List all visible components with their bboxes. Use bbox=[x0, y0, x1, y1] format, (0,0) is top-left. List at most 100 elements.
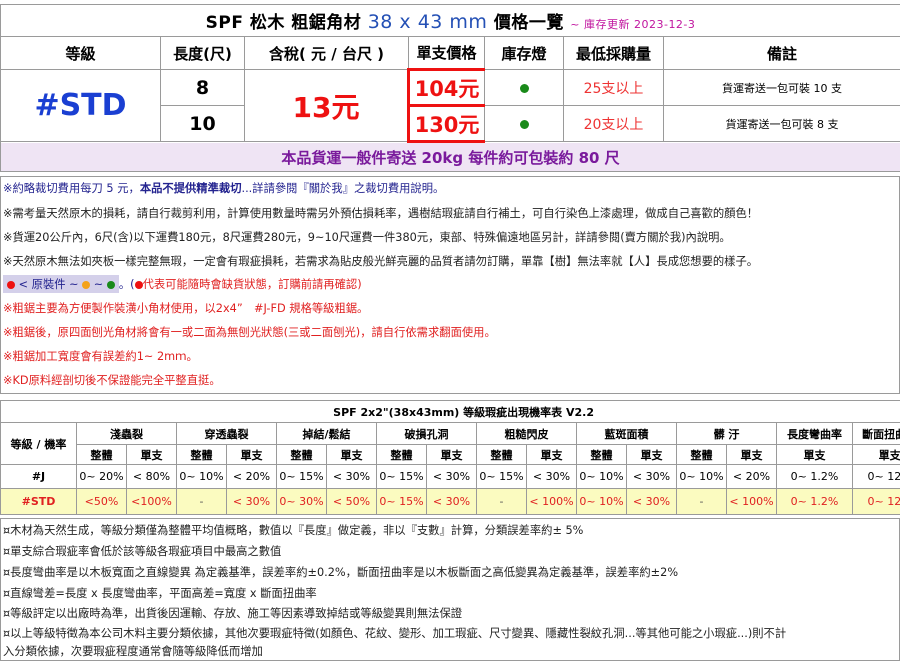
min-qty: 20支以上 bbox=[563, 105, 664, 142]
defect-cell: <50% bbox=[76, 488, 127, 515]
subheader-overall: 整體 bbox=[576, 444, 627, 465]
title-spec: 38 x 43 mm bbox=[367, 11, 488, 33]
stock-lamp-cell bbox=[484, 69, 564, 106]
category-header: 掉結/鬆結 bbox=[276, 422, 377, 445]
defect-cell: < 30% bbox=[226, 488, 277, 515]
note-line: ※KD原料經剖切後不保證能完全平整直挺。 bbox=[3, 374, 221, 387]
note-text: ...詳請參閱『關於我』之裁切費用說明。 bbox=[241, 182, 445, 195]
legend-text: < 原裝件 bbox=[18, 278, 66, 291]
defect-cell: < 50% bbox=[326, 488, 377, 515]
subheader-single: 單支 bbox=[726, 444, 777, 465]
subheader-overall: 整體 bbox=[176, 444, 227, 465]
defect-grade: #STD bbox=[0, 488, 77, 515]
title-suffix: 價格一覽 bbox=[493, 13, 564, 33]
defect-cell: 0~ 15% bbox=[376, 464, 427, 489]
defect-cell: < 100% bbox=[526, 488, 577, 515]
subheader-overall: 整體 bbox=[476, 444, 527, 465]
grade-label: #STD bbox=[0, 69, 161, 142]
subheader-single: 單支 bbox=[126, 444, 177, 465]
remark: 貨運寄送一包可裝 8 支 bbox=[662, 105, 900, 142]
header-min-qty: 最低採購量 bbox=[563, 36, 664, 70]
note-line: ※粗鋸加工寬度會有誤差約1~ 2mｍ。 bbox=[3, 350, 198, 363]
defect-cell: 0~ 12% bbox=[851, 488, 900, 515]
defect-cell: < 80% bbox=[126, 464, 177, 489]
category-header: 藍斑面積 bbox=[576, 422, 677, 445]
stock-update-date: ~ 庫存更新 2023-12-3 bbox=[570, 18, 696, 31]
subheader-single: 單支 bbox=[226, 444, 277, 465]
defect-table: SPF 2x2"(38x43mm) 等級瑕疵出現機率表 V2.2 等級 / 機率… bbox=[0, 400, 900, 515]
footnotes-block: ¤木材為天然生成，等級分類僅為整體平均值概略，數值以『長度』做定義，非以『支數』… bbox=[0, 518, 900, 661]
subheader-single: 單支 bbox=[426, 444, 477, 465]
defect-cell: < 100% bbox=[726, 488, 777, 515]
length-value: 10 bbox=[160, 105, 245, 142]
defect-cell: 0~ 15% bbox=[276, 464, 327, 489]
price-row: #STD 8 13元 104元 25支以上 貨運寄送一包可裝 10 支 bbox=[0, 68, 900, 142]
subheader-single: 單支 bbox=[626, 444, 677, 465]
category-header: 長度彎曲率 bbox=[776, 422, 853, 445]
category-header: 斷面扭曲率 bbox=[851, 422, 900, 445]
unit-price-cell: 104元 bbox=[407, 68, 485, 107]
subheader-overall: 整體 bbox=[76, 444, 127, 465]
footnote: ¤木材為天然生成，等級分類僅為整體平均值概略，數值以『長度』做定義，非以『支數』… bbox=[3, 524, 584, 537]
defect-cell: 0~ 10% bbox=[676, 464, 727, 489]
header-grade: 等級 bbox=[0, 36, 161, 70]
note-line: ※貨運20公斤內，6尺(含)以下運費180元，8尺運費280元，9~10尺運費一… bbox=[3, 231, 731, 244]
defect-row-j: #J 0~ 20% < 80% 0~ 10% < 20% 0~ 15% < 30… bbox=[0, 464, 900, 489]
price-sheet: SPF 松木 粗鋸角材 38 x 43 mm 價格一覽 ~ 庫存更新 2023-… bbox=[0, 0, 900, 661]
footnote: ¤以上等級特徵為本公司木料主要分類依據，其他次要瑕疵特徵(如顏色、花紋、變形、加… bbox=[3, 627, 787, 640]
defect-cell: < 30% bbox=[426, 488, 477, 515]
shipping-note: 本品貨運一般件寄送 20kg 每件約可包裝約 80 尺 bbox=[0, 141, 900, 172]
defect-cell: 0~ 10% bbox=[176, 464, 227, 489]
stock-legend: < 原裝件 ~ ~ 。(代表可能隨時會缺貨狀態，訂購前請再確認) bbox=[3, 275, 362, 293]
defect-cell: < 30% bbox=[526, 464, 577, 489]
defect-cell: 0~ 15% bbox=[376, 488, 427, 515]
category-header: 穿透蟲裂 bbox=[176, 422, 277, 445]
note-line: ※約略裁切費用每刀 5 元，本品不提供精準裁切...詳請參閱『關於我』之裁切費用… bbox=[3, 180, 444, 196]
defect-row-std: #STD <50% <100% - < 30% 0~ 30% < 50% 0~ … bbox=[0, 488, 900, 515]
defect-cell: - bbox=[676, 488, 727, 515]
orange-dot-icon bbox=[82, 281, 91, 289]
defect-cell: 0~ 10% bbox=[576, 464, 627, 489]
footnote: ¤直線彎差=長度 x 長度彎曲率，平面高差=寬度 x 斷面扭曲率 bbox=[3, 587, 317, 600]
min-qty: 25支以上 bbox=[563, 69, 664, 106]
subheader-single: 單支 bbox=[526, 444, 577, 465]
header-stock-lamp: 庫存燈 bbox=[484, 36, 564, 70]
title-prefix: SPF 松木 粗鋸角材 bbox=[205, 13, 362, 33]
footnote: ¤單支綜合瑕疵率會低於該等級各瑕疵項目中最高之數值 bbox=[3, 545, 282, 558]
subheader-overall: 整體 bbox=[676, 444, 727, 465]
defect-cell: <100% bbox=[126, 488, 177, 515]
defect-cell: 0~ 30% bbox=[276, 488, 327, 515]
stock-lamp-icon bbox=[519, 120, 529, 129]
defect-cell: < 30% bbox=[626, 464, 677, 489]
note-emphasis: 本品不提供精準裁切 bbox=[139, 182, 242, 195]
red-dot-icon bbox=[134, 281, 143, 289]
defect-cell: 0~ 1.2% bbox=[776, 464, 853, 489]
notes-block: ※約略裁切費用每刀 5 元，本品不提供精準裁切...詳請參閱『關於我』之裁切費用… bbox=[0, 176, 900, 394]
header-length: 長度(尺) bbox=[160, 36, 245, 70]
length-value: 8 bbox=[160, 69, 245, 106]
defect-cell: 0~ 1.2% bbox=[776, 488, 853, 515]
defect-cell: - bbox=[176, 488, 227, 515]
subheader-single: 單支 bbox=[776, 444, 853, 465]
defect-cell: < 20% bbox=[226, 464, 277, 489]
price-table: SPF 松木 粗鋸角材 38 x 43 mm 價格一覽 ~ 庫存更新 2023-… bbox=[0, 4, 900, 172]
defect-cell: < 30% bbox=[326, 464, 377, 489]
legend-text: 代表可能隨時會缺貨狀態，訂購前請再確認) bbox=[142, 278, 362, 291]
green-dot-icon bbox=[106, 281, 115, 289]
subheader-overall: 整體 bbox=[276, 444, 327, 465]
unit-price: 130元 bbox=[414, 112, 480, 137]
defect-cell: 0~ 10% bbox=[576, 488, 627, 515]
tax-price: 13元 bbox=[244, 69, 409, 142]
defect-cell: < 20% bbox=[726, 464, 777, 489]
header-tax-price: 含稅( 元 / 台尺 ) bbox=[244, 36, 409, 70]
header-row: 等級 長度(尺) 含稅( 元 / 台尺 ) 單支價格 庫存燈 最低採購量 備註 bbox=[0, 36, 900, 70]
defect-cell: < 30% bbox=[426, 464, 477, 489]
legend-text: ~ bbox=[69, 278, 79, 291]
header-remark: 備註 bbox=[662, 36, 900, 70]
footnote: ¤長度彎曲率是以木板寬面之直線變異 為定義基準，誤差率約±0.2%，斷面扭曲率是… bbox=[3, 566, 679, 579]
note-line: ※需考量天然原木的損耗，請自行裁剪利用，計算使用數量時需另外預估損耗率，遇樹結瑕… bbox=[3, 207, 759, 220]
category-header: 淺蟲裂 bbox=[76, 422, 177, 445]
note-line: ※粗鋸主要為方便製作裝潢小角材使用，以2x4” #J-FD 規格等級粗鋸。 bbox=[3, 302, 369, 315]
stock-lamp-cell bbox=[484, 105, 564, 142]
category-header: 粗糙閃皮 bbox=[476, 422, 577, 445]
